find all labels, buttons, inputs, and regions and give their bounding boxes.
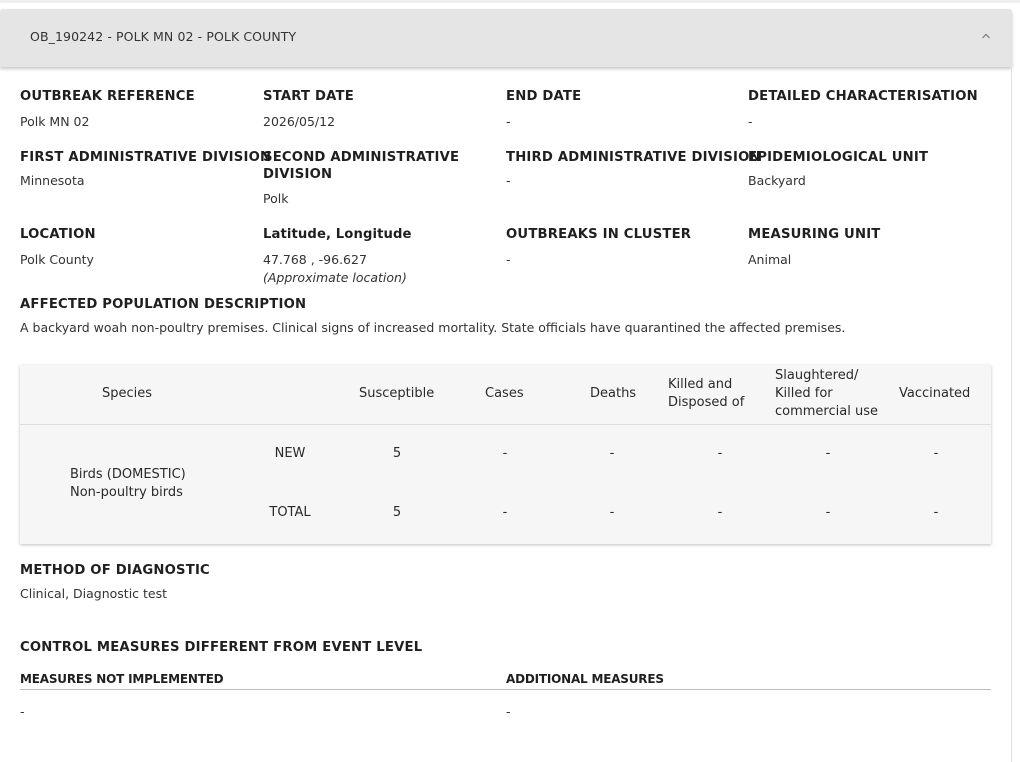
th-slaughtered-line3: commercial use [775,404,878,419]
control-measures-divider [20,689,991,690]
outbreak-reference-value: Polk MN 02 [20,114,90,129]
row-total-vaccinated: - [933,505,939,520]
third-admin-division-value: - [506,173,511,188]
end-date-field: END DATE - [506,88,581,131]
method-of-diagnostic-value: Clinical, Diagnostic test [20,586,168,601]
outbreaks-in-cluster-value: - [506,252,511,267]
second-admin-division-field: SECOND ADMINISTRATIVE DIVISION Polk [263,149,459,208]
epidemiological-unit-value: Backyard [748,173,806,188]
second-admin-division-label-line2: DIVISION [263,167,333,182]
location-field: LOCATION Polk County [20,226,96,269]
outbreak-reference-field: OUTBREAK REFERENCE Polk MN 02 [20,88,195,131]
detailed-characterisation-field: DETAILED CHARACTERISATION - [748,88,978,131]
second-admin-division-label-line1: SECOND ADMINISTRATIVE [263,150,460,165]
th-deaths: Deaths [590,386,637,401]
first-admin-division-label: FIRST ADMINISTRATIVE DIVISION [20,150,272,165]
row-new-killed: - [717,446,723,461]
epidemiological-unit-field: EPIDEMIOLOGICAL UNIT Backyard [748,149,928,190]
species-name: Birds (DOMESTIC) Non-poultry birds [70,466,186,502]
chevron-up-icon[interactable] [979,29,993,43]
end-date-value: - [506,114,511,129]
location-label: LOCATION [20,227,96,242]
panel-title: OB_190242 - POLK MN 02 - POLK COUNTY [30,29,297,44]
row-total-type: TOTAL [269,505,311,520]
species-line2: Non-poultry birds [70,485,183,500]
th-slaughtered-line2: Killed for [775,386,833,401]
row-new-type: NEW [274,446,306,461]
control-measures-label: CONTROL MEASURES DIFFERENT FROM EVENT LE… [20,640,423,655]
additional-measures-label: ADDITIONAL MEASURES [506,672,664,686]
th-vaccinated: Vaccinated [899,386,971,401]
row-new-slaughtered: - [825,446,831,461]
row-new-cases: - [502,446,508,461]
th-killed-disposed: Killed and Disposed of [668,376,744,412]
measuring-unit-value: Animal [748,252,792,267]
th-susceptible: Susceptible [359,386,435,401]
measuring-unit-label: MEASURING UNIT [748,227,881,242]
row-total-cases: - [502,505,508,520]
lat-long-value: 47.768 , -96.627 [263,252,367,267]
row-new-vaccinated: - [933,446,939,461]
panel-edge [1011,67,1012,762]
additional-measures-value: - [506,704,511,719]
species-line1: Birds (DOMESTIC) [70,467,186,482]
top-divider [0,0,1020,3]
start-date-label: START DATE [263,89,354,104]
th-killed-line1: Killed and [668,377,733,392]
affected-population-label: AFFECTED POPULATION DESCRIPTION [20,297,307,312]
end-date-label: END DATE [506,89,582,104]
row-total-killed: - [717,505,723,520]
outbreak-reference-label: OUTBREAK REFERENCE [20,89,195,104]
th-cases: Cases [485,386,524,401]
lat-long-label: Latitude, Longitude [263,227,412,242]
measures-not-implemented-label: MEASURES NOT IMPLEMENTED [20,672,224,686]
third-admin-division-label: THIRD ADMINISTRATIVE DIVISION [506,150,761,165]
th-slaughtered-line1: Slaughtered/ [775,368,859,383]
row-new-deaths: - [609,446,615,461]
control-measures-heading: CONTROL MEASURES DIFFERENT FROM EVENT LE… [20,639,422,656]
th-killed-line2: Disposed of [668,395,745,410]
th-slaughtered: Slaughtered/ Killed for commercial use [775,367,878,421]
second-admin-division-value: Polk [263,191,289,206]
table-header-divider [20,424,991,425]
species-quantities-table: Species Susceptible Cases Deaths Killed … [20,365,991,544]
first-admin-division-value: Minnesota [20,173,85,188]
first-admin-division-field: FIRST ADMINISTRATIVE DIVISION Minnesota [20,149,271,190]
epidemiological-unit-label: EPIDEMIOLOGICAL UNIT [748,150,929,165]
outbreaks-in-cluster-field: OUTBREAKS IN CLUSTER - [506,226,691,269]
measuring-unit-field: MEASURING UNIT Animal [748,226,881,269]
start-date-value: 2026/05/12 [263,114,336,129]
detailed-characterisation-value: - [748,114,753,129]
location-value: Polk County [20,252,94,267]
th-species: Species [102,386,153,401]
outbreaks-in-cluster-label: OUTBREAKS IN CLUSTER [506,227,692,242]
row-total-susceptible: 5 [392,505,402,520]
lat-long-field: Latitude, Longitude 47.768 , -96.627 (Ap… [263,226,412,287]
affected-population-value: A backyard woah non-poultry premises. Cl… [20,320,846,335]
affected-population-field: AFFECTED POPULATION DESCRIPTION A backya… [20,296,1000,337]
method-of-diagnostic-field: METHOD OF DIAGNOSTIC Clinical, Diagnosti… [20,562,210,603]
third-admin-division-field: THIRD ADMINISTRATIVE DIVISION - [506,149,761,190]
start-date-field: START DATE 2026/05/12 [263,88,354,131]
detailed-characterisation-label: DETAILED CHARACTERISATION [748,89,978,104]
lat-long-note: (Approximate location) [263,270,407,285]
row-total-slaughtered: - [825,505,831,520]
method-of-diagnostic-label: METHOD OF DIAGNOSTIC [20,563,210,578]
row-new-susceptible: 5 [392,446,402,461]
row-total-deaths: - [609,505,615,520]
outbreak-panel-header[interactable]: OB_190242 - POLK MN 02 - POLK COUNTY [0,9,1012,67]
measures-not-implemented-value: - [20,704,25,719]
